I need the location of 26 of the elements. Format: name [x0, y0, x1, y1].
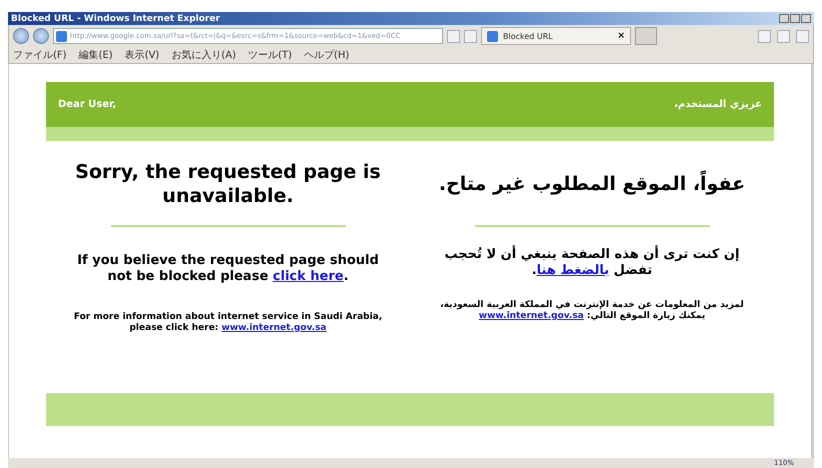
menu-item[interactable]: お気に入り(A): [171, 48, 236, 62]
window-title: Blocked URL - Windows Internet Explorer: [11, 14, 220, 24]
link[interactable]: click here: [272, 269, 344, 284]
menu-item[interactable]: ヘルプ(H): [304, 48, 350, 62]
menu-item[interactable]: ツール(T): [248, 48, 292, 62]
link[interactable]: بالضغط هنا: [536, 263, 610, 278]
menu-item[interactable]: 表示(V): [124, 48, 160, 62]
forward-button[interactable]: [33, 28, 49, 44]
back-button[interactable]: [13, 28, 29, 44]
tab-close-button[interactable]: ×: [617, 31, 625, 41]
menu-item[interactable]: ファイル(F): [13, 48, 67, 62]
message-text: For more information about internet service in Saudi Arabia, please click here: www.internet.gov.sa: [72, 312, 384, 334]
greeting-text: عزيزي المستخدم،: [674, 99, 762, 110]
message-text: If you believe the requested page should not be blocked please click here.: [76, 253, 380, 286]
new-tab-button[interactable]: [635, 27, 657, 45]
tab-label: Blocked URL: [503, 32, 553, 40]
favicon-icon: [56, 30, 67, 42]
link[interactable]: www.internet.gov.sa: [478, 310, 584, 321]
link[interactable]: www.internet.gov.sa: [222, 322, 326, 333]
heading: عفواً، الموقع المطلوب غير متاح.: [427, 155, 757, 213]
favicon-icon: [487, 30, 498, 42]
message-text: إن كنت ترى أن هذه الصفحة ينبغي أن لا تُحجب تفضل بالضغط هنا.: [444, 247, 740, 280]
menu-item[interactable]: 編集(E): [78, 48, 113, 62]
heading: Sorry, the requested page is unavailable.: [74, 160, 382, 209]
greeting-text: Dear User,: [58, 99, 116, 110]
browser-tab[interactable]: Blocked URL ×: [481, 27, 631, 45]
